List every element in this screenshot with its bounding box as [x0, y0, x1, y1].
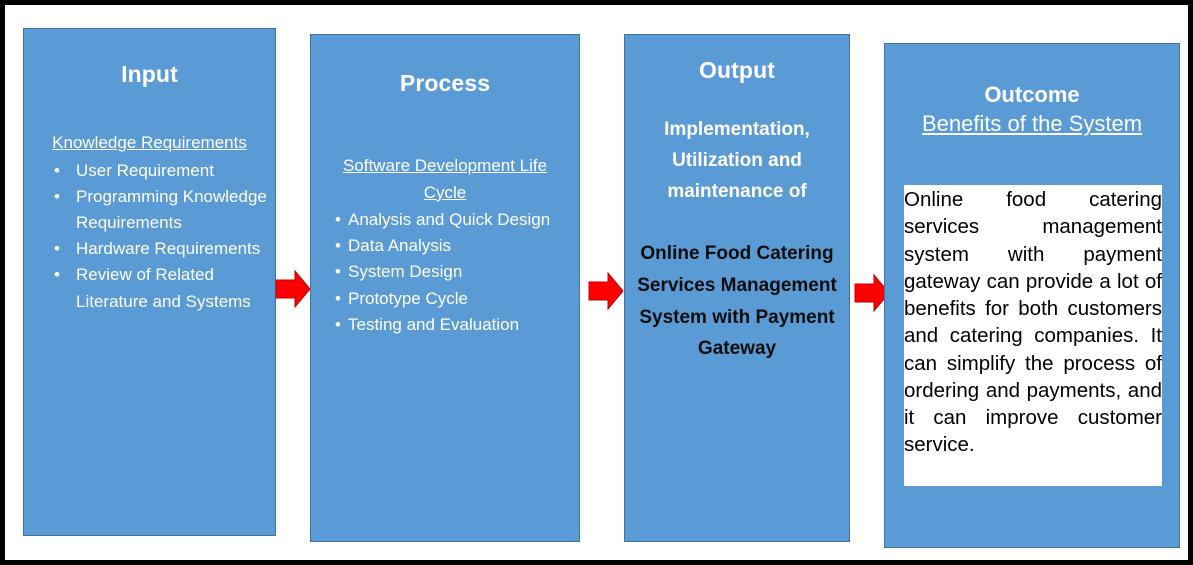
- list-item-label: Programming Knowledge Requirements: [76, 186, 267, 233]
- input-title: Input: [121, 61, 178, 87]
- list-item-label: User Requirement: [76, 160, 214, 180]
- list-item-label: Analysis and Quick Design: [348, 210, 551, 230]
- bullet-icon: •: [335, 262, 341, 282]
- output-system-name: Online Food Catering Services Management…: [637, 242, 837, 360]
- output-stage-box: Output Implementation, Utilization and m…: [624, 34, 850, 542]
- list-item-label: Prototype Cycle: [348, 288, 468, 308]
- list-item: • Programming Knowledge Requirements: [54, 184, 267, 236]
- arrow-process-to-output-icon: [588, 271, 624, 311]
- list-item-label: System Design: [348, 262, 463, 282]
- bullet-icon: •: [54, 265, 60, 285]
- outcome-title: Outcome: [984, 82, 1080, 107]
- diagram-canvas: Input Knowledge Requirements • User Requ…: [0, 0, 1193, 565]
- bullet-icon: •: [335, 210, 341, 230]
- list-item: • Review of Related Literature and Syste…: [54, 262, 267, 314]
- list-item-label: Data Analysis: [348, 236, 451, 256]
- bullet-icon: •: [54, 186, 60, 206]
- list-item: • User Requirement: [54, 158, 267, 184]
- list-item: • Hardware Requirements: [54, 236, 267, 262]
- process-sdlc-list: • Analysis and Quick Design • Data Analy…: [311, 207, 579, 338]
- process-stage-box: Process Software Development Life Cycle …: [310, 34, 580, 542]
- bullet-icon: •: [335, 236, 341, 256]
- input-subheading: Knowledge Requirements: [52, 133, 247, 153]
- arrow-input-to-process-icon: [275, 269, 311, 309]
- outcome-subtitle: Benefits of the System: [921, 111, 1143, 137]
- output-title: Output: [699, 57, 775, 83]
- process-title: Process: [399, 70, 491, 96]
- list-item-label: Hardware Requirements: [76, 239, 261, 259]
- list-item: • Data Analysis: [335, 233, 573, 259]
- output-lead-text: Implementation, Utilization and maintena…: [664, 119, 810, 202]
- list-item: • Testing and Evaluation: [335, 312, 573, 338]
- bullet-icon: •: [335, 288, 341, 308]
- outcome-stage-box: Outcome Benefits of the System Online fo…: [884, 43, 1180, 548]
- list-item-label: Testing and Evaluation: [348, 314, 520, 334]
- bullet-icon: •: [54, 239, 60, 259]
- input-requirements-list: • User Requirement • Programming Knowled…: [24, 158, 275, 315]
- input-stage-box: Input Knowledge Requirements • User Requ…: [23, 28, 276, 536]
- bullet-icon: •: [54, 160, 60, 180]
- process-subheading: Software Development Life Cycle: [342, 156, 548, 202]
- list-item: • Prototype Cycle: [335, 286, 573, 312]
- outcome-body-text: Online food catering services management…: [904, 185, 1162, 486]
- list-item: • System Design: [335, 259, 573, 285]
- bullet-icon: •: [335, 314, 341, 334]
- list-item: • Analysis and Quick Design: [335, 207, 573, 233]
- list-item-label: Review of Related Literature and Systems: [76, 265, 251, 311]
